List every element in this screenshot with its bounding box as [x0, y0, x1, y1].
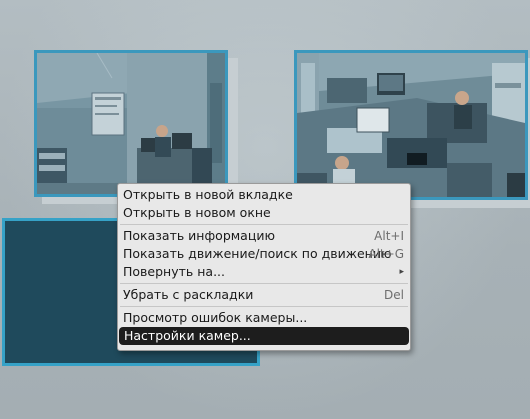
menu-item-label: Просмотр ошибок камеры...: [123, 310, 308, 325]
menu-separator: [120, 224, 408, 225]
menu-separator: [120, 306, 408, 307]
menu-item-shortcut: Alt+G: [368, 247, 404, 261]
menu-item-camera-errors[interactable]: Просмотр ошибок камеры...: [118, 309, 410, 327]
triangle-right-icon: ▸: [399, 267, 404, 277]
camera-tile-2[interactable]: [294, 50, 528, 200]
menu-item-label: Открыть в новой вкладке: [123, 187, 293, 202]
menu-item-label: Повернуть на...: [123, 264, 225, 279]
menu-separator: [120, 283, 408, 284]
menu-item-show-motion[interactable]: Показать движение/поиск по движению Alt+…: [118, 245, 410, 263]
menu-item-label: Показать информацию: [123, 228, 275, 243]
camera-tile-1[interactable]: [34, 50, 228, 197]
menu-item-shortcut: Del: [384, 288, 404, 302]
menu-item-remove-from-layout[interactable]: Убрать с раскладки Del: [118, 286, 410, 304]
menu-item-label: Показать движение/поиск по движению: [123, 246, 392, 261]
menu-item-camera-settings[interactable]: Настройки камер...: [119, 327, 409, 345]
menu-item-label: Убрать с раскладки: [123, 287, 254, 302]
menu-item-open-new-window[interactable]: Открыть в новом окне: [118, 204, 410, 222]
menu-item-show-info[interactable]: Показать информацию Alt+I: [118, 227, 410, 245]
menu-item-label: Открыть в новом окне: [123, 205, 271, 220]
menu-item-open-new-tab[interactable]: Открыть в новой вкладке: [118, 186, 410, 204]
context-menu: Открыть в новой вкладке Открыть в новом …: [117, 183, 411, 351]
menu-item-rotate[interactable]: Повернуть на... ▸: [118, 263, 410, 281]
menu-item-label: Настройки камер...: [124, 328, 251, 343]
menu-item-shortcut: Alt+I: [374, 229, 404, 243]
camera-feed-1: [37, 53, 225, 194]
camera-feed-2: [297, 53, 525, 197]
